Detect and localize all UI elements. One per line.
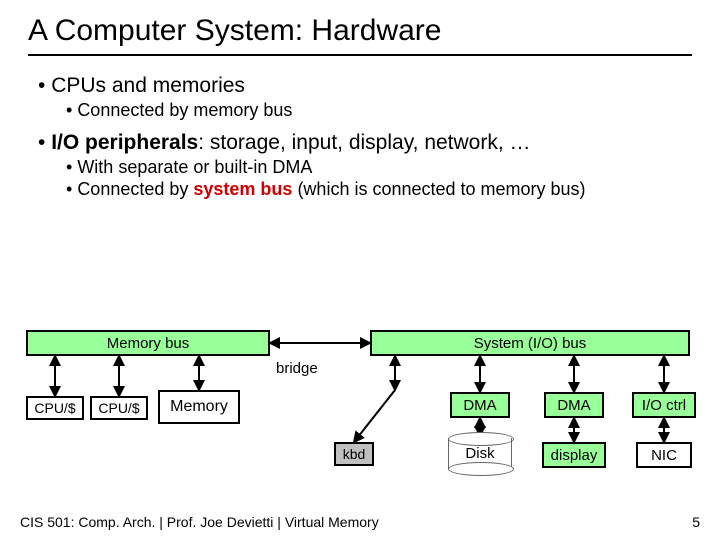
nic-box: NIC <box>636 442 692 468</box>
bullet-1: CPUs and memories <box>38 74 692 98</box>
hardware-diagram: Memory bus System (I/O) bus bridge CPU/$… <box>0 330 720 490</box>
memory-bus-box: Memory bus <box>26 330 270 356</box>
memory-box: Memory <box>158 390 240 424</box>
system-bus-label: system bus <box>193 179 292 199</box>
bullet-2: I/O peripherals: storage, input, display… <box>38 131 692 155</box>
display-box: display <box>542 442 606 468</box>
page-title: A Computer System: Hardware <box>28 14 692 56</box>
cpu-box-1: CPU/$ <box>26 396 84 420</box>
io-bus-box: System (I/O) bus <box>370 330 690 356</box>
disk-box: Disk <box>448 438 512 470</box>
cpu-box-2: CPU/$ <box>90 396 148 420</box>
bullet-2-1: With separate or built-in DMA <box>66 157 692 178</box>
dma-box-2: DMA <box>544 392 604 418</box>
dma-box-1: DMA <box>450 392 510 418</box>
kbd-box: kbd <box>334 442 374 466</box>
footer-right: 5 <box>692 514 700 530</box>
bullet-2-2: Connected by system bus (which is connec… <box>66 179 692 200</box>
bullet-2-rest: : storage, input, display, network, … <box>198 131 530 154</box>
bullet-list: CPUs and memories Connected by memory bu… <box>38 74 692 200</box>
bridge-label: bridge <box>276 360 318 377</box>
io-peripherals-label: I/O peripherals <box>51 131 198 154</box>
io-ctrl-box: I/O ctrl <box>632 392 696 418</box>
footer-left: CIS 501: Comp. Arch. | Prof. Joe Deviett… <box>20 514 379 530</box>
bullet-1-1: Connected by memory bus <box>66 100 692 121</box>
